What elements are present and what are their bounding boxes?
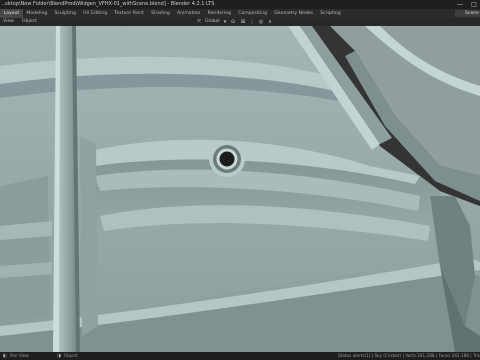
viewport-header: View Object ⤧ Global ▾ ⊙ ⊞ ⋮ ◎ ∧ xyxy=(0,18,480,26)
3d-viewport[interactable] xyxy=(0,26,480,352)
tab-sculpting[interactable]: Sculpting xyxy=(51,9,80,18)
tab-modeling[interactable]: Modeling xyxy=(23,9,51,18)
snap-icon[interactable]: ⊞ xyxy=(240,19,246,25)
tab-uv-editing[interactable]: UV Editing xyxy=(80,9,111,18)
tab-geometry-nodes[interactable]: Geometry Nodes xyxy=(271,9,317,18)
tab-shading[interactable]: Shading xyxy=(148,9,174,18)
window-titlebar: ..sktop\New Folder\BlendProd\Widgen_VFHX… xyxy=(0,0,480,9)
status-hint-left: Pan View xyxy=(10,353,29,358)
status-bar: ◐ Pan View ◑ Object Status alerts(1) | S… xyxy=(0,352,480,360)
workspace-tabs: Layout Modeling Sculpting UV Editing Tex… xyxy=(0,9,480,18)
window-title: ..sktop\New Folder\BlendProd\Widgen_VFHX… xyxy=(2,1,215,7)
pivot-icon[interactable]: ⊙ xyxy=(230,19,236,25)
scene-selector[interactable]: Scene xyxy=(455,10,480,17)
tab-layout[interactable]: Layout xyxy=(0,9,23,18)
transform-orientation-dropdown[interactable]: Global xyxy=(205,18,220,26)
status-hint-mid: Object xyxy=(64,353,78,358)
scene-statistics: Status alerts(1) | Sky (Cricket) | Verts… xyxy=(338,353,480,358)
tab-scripting[interactable]: Scripting xyxy=(317,9,345,18)
tab-rendering[interactable]: Rendering xyxy=(204,9,235,18)
snap-settings-icon[interactable]: ⋮ xyxy=(249,19,255,25)
falloff-icon[interactable]: ∧ xyxy=(267,19,273,25)
mouse-middle-icon: ◑ xyxy=(56,353,62,359)
mouse-icon: ◐ xyxy=(2,353,8,359)
transform-orientation-icon: ⤧ xyxy=(196,19,201,25)
view-menu[interactable]: View xyxy=(3,18,14,26)
object-menu[interactable]: Object xyxy=(22,18,37,26)
tab-animation[interactable]: Animation xyxy=(173,9,204,18)
wheel-render xyxy=(0,26,480,352)
proportional-editing-icon[interactable]: ◎ xyxy=(258,19,264,25)
tab-compositing[interactable]: Compositing xyxy=(235,9,271,18)
maximize-icon[interactable]: □ xyxy=(470,0,478,9)
minimize-icon[interactable]: — xyxy=(456,0,464,9)
tab-texture-paint[interactable]: Texture Paint xyxy=(111,9,148,18)
chevron-down-icon[interactable]: ▾ xyxy=(222,19,228,25)
